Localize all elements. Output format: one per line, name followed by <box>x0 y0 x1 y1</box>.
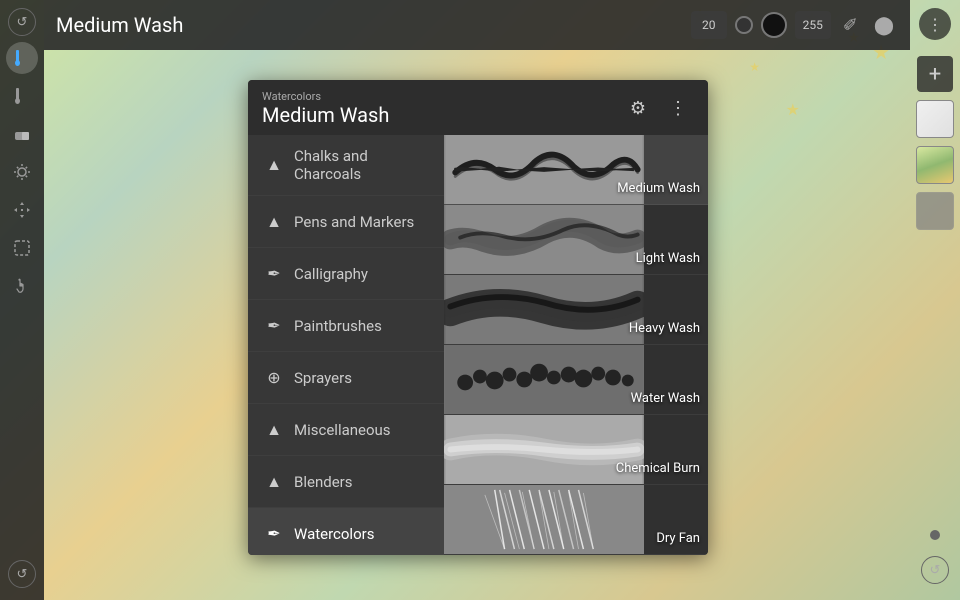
pens-icon: ▲ <box>264 212 284 232</box>
layer-thumb-3[interactable] <box>916 192 954 230</box>
brush-dot-medium <box>761 12 787 38</box>
category-item-blenders[interactable]: ▲ Blenders <box>248 456 444 508</box>
panel-header-left: Watercolors Medium Wash <box>262 90 389 127</box>
add-layer-button[interactable]: + <box>917 56 953 92</box>
stroke-svg-medium-wash <box>444 135 644 204</box>
calligraphy-label: Calligraphy <box>294 265 368 283</box>
size-small-badge[interactable]: 20 <box>691 11 727 39</box>
add-icon: + <box>929 62 941 87</box>
brush-item-water-wash[interactable]: Water Wash <box>444 345 708 415</box>
redo-button[interactable]: ↺ <box>8 560 36 588</box>
brush-item-medium-wash[interactable]: Medium Wash <box>444 135 708 205</box>
paintbrushes-icon: ✒ <box>264 316 284 335</box>
topbar-title: Medium Wash <box>56 13 183 37</box>
paintbrushes-label: Paintbrushes <box>294 317 382 335</box>
chalks-label: Chalks and Charcoals <box>294 147 428 183</box>
panel-title: Medium Wash <box>262 103 389 127</box>
brush-preview-light-wash <box>444 205 644 274</box>
lasso-icon <box>12 238 32 258</box>
brush-name-heavy-wash: Heavy Wash <box>629 321 700 336</box>
pens-label: Pens and Markers <box>294 213 414 231</box>
left-toolbar: ↺ <box>0 0 44 600</box>
right-more-button[interactable]: ⋮ <box>919 8 951 40</box>
blenders-icon: ▲ <box>264 472 284 492</box>
brush-name-light-wash: Light Wash <box>636 251 700 266</box>
category-item-watercolors[interactable]: ✒ Watercolors <box>248 508 444 555</box>
undo-button[interactable]: ↺ <box>8 8 36 36</box>
topbar-icon-more[interactable]: ⬤ <box>870 11 898 40</box>
panel-header-icons: ⚙ ⋮ <box>622 93 694 125</box>
brush-name-medium-wash: Medium Wash <box>617 181 700 196</box>
top-bar: Medium Wash 20 255 ✐ ⬤ <box>44 0 910 50</box>
category-list: ▲ Chalks and Charcoals ▲ Pens and Marker… <box>248 135 444 555</box>
lasso-tool-button[interactable] <box>6 232 38 264</box>
right-panel: ⋮ + ↺ <box>910 0 960 600</box>
brush-list: Medium Wash Light Wash <box>444 135 708 555</box>
category-item-paintbrushes[interactable]: ✒ Paintbrushes <box>248 300 444 352</box>
category-item-misc[interactable]: ▲ Miscellaneous <box>248 404 444 456</box>
smudge-tool-button[interactable] <box>6 80 38 112</box>
brush-name-dry-fan: Dry Fan <box>656 531 700 546</box>
right-undo-button[interactable]: ↺ <box>921 556 949 584</box>
star-decoration: ★ <box>749 60 760 74</box>
panel-subtitle: Watercolors <box>262 90 389 103</box>
move-tool-button[interactable] <box>6 194 38 226</box>
layer-thumb-1[interactable] <box>916 100 954 138</box>
category-item-chalks[interactable]: ▲ Chalks and Charcoals <box>248 135 444 196</box>
eraser-tool-button[interactable] <box>6 118 38 150</box>
right-more-icon: ⋮ <box>927 15 943 34</box>
blenders-label: Blenders <box>294 473 352 491</box>
gesture-tool-button[interactable] <box>6 270 38 302</box>
star-decoration: ★ <box>786 100 800 119</box>
stroke-svg-light-wash <box>444 205 644 274</box>
right-undo-icon: ↺ <box>930 563 941 578</box>
brush-preview-water-wash <box>444 345 644 414</box>
brush-name-chemical-burn: Chemical Burn <box>616 461 700 476</box>
topbar-icon-pen[interactable]: ✐ <box>839 11 862 40</box>
sprayers-label: Sprayers <box>294 369 352 387</box>
chalks-icon: ▲ <box>264 155 284 175</box>
sprayers-icon: ⊕ <box>264 368 284 387</box>
calligraphy-icon: ✒ <box>264 264 284 283</box>
watercolors-icon: ✒ <box>264 524 284 543</box>
brush-tool-button[interactable] <box>6 42 38 74</box>
brush-preview-heavy-wash <box>444 275 644 344</box>
panel-header: Watercolors Medium Wash ⚙ ⋮ <box>248 80 708 135</box>
selection-icon <box>12 162 32 182</box>
panel-body: ▲ Chalks and Charcoals ▲ Pens and Marker… <box>248 135 708 555</box>
misc-label: Miscellaneous <box>294 421 391 439</box>
brush-preview-medium-wash <box>444 135 644 204</box>
stroke-svg-dry-fan <box>444 485 644 554</box>
category-item-pens[interactable]: ▲ Pens and Markers <box>248 196 444 248</box>
stroke-svg-chemical-burn <box>444 415 644 484</box>
brush-panel: Watercolors Medium Wash ⚙ ⋮ ▲ Chalks and… <box>248 80 708 555</box>
panel-more-button[interactable]: ⋮ <box>662 93 694 125</box>
right-dot <box>930 530 940 540</box>
gesture-icon <box>12 276 32 296</box>
smudge-icon <box>12 86 32 106</box>
category-item-calligraphy[interactable]: ✒ Calligraphy <box>248 248 444 300</box>
stroke-svg-heavy-wash <box>444 275 644 344</box>
panel-settings-button[interactable]: ⚙ <box>622 93 654 125</box>
brush-icon <box>12 48 32 68</box>
brush-item-heavy-wash[interactable]: Heavy Wash <box>444 275 708 345</box>
brush-item-dry-fan[interactable]: Dry Fan <box>444 485 708 555</box>
eraser-icon <box>12 124 32 144</box>
move-icon <box>12 200 32 220</box>
brush-size-controls: 20 255 ✐ ⬤ <box>691 11 898 40</box>
category-item-sprayers[interactable]: ⊕ Sprayers <box>248 352 444 404</box>
stroke-svg-water-wash <box>444 345 644 414</box>
brush-item-chemical-burn[interactable]: Chemical Burn <box>444 415 708 485</box>
size-large-badge[interactable]: 255 <box>795 11 831 39</box>
watercolors-label: Watercolors <box>294 525 374 543</box>
layer-thumb-2[interactable] <box>916 146 954 184</box>
brush-preview-chemical-burn <box>444 415 644 484</box>
brush-dot-small <box>735 16 753 34</box>
brush-name-water-wash: Water Wash <box>631 391 700 406</box>
misc-icon: ▲ <box>264 420 284 440</box>
brush-item-light-wash[interactable]: Light Wash <box>444 205 708 275</box>
brush-preview-dry-fan <box>444 485 644 554</box>
selection-tool-button[interactable] <box>6 156 38 188</box>
